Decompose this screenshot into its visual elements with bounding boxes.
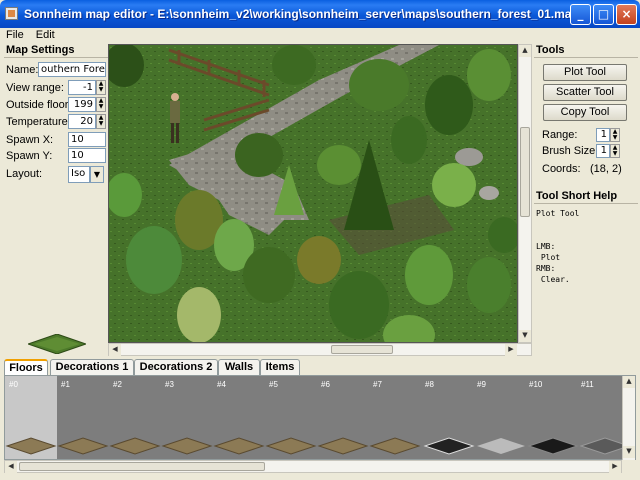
tab-walls[interactable]: Walls	[218, 359, 260, 375]
tile-tabs: Floors Decorations 1 Decorations 2 Walls…	[4, 359, 636, 375]
palette-label: #1	[61, 380, 70, 389]
palette-label: #3	[165, 380, 174, 389]
temperature-spinner[interactable]: ▲ ▼	[96, 114, 106, 129]
spawn-y-row: Spawn Y: 10	[6, 148, 108, 164]
palette-label: #4	[217, 380, 226, 389]
palette-horizontal-scrollbar[interactable]: ◀ ▶	[4, 460, 622, 473]
outside-floor-row: Outside floor: 199 ▲ ▼	[6, 97, 108, 113]
brush-size-spinner[interactable]: ▲ ▼	[610, 144, 620, 158]
scroll-left-icon[interactable]: ◀	[5, 461, 17, 473]
menu-edit[interactable]: Edit	[30, 28, 61, 42]
scroll-right-icon[interactable]: ▶	[609, 461, 621, 473]
tools-panel: Tools Plot Tool Scatter Tool Copy Tool R…	[534, 44, 638, 356]
map-hscroll-thumb[interactable]	[331, 345, 393, 354]
palette-label: #0	[9, 380, 18, 389]
temperature-row: Temperature: 20 ▲ ▼	[6, 114, 108, 130]
coords-value: (18, 2)	[590, 163, 622, 175]
palette-label: #6	[321, 380, 330, 389]
palette-label: #5	[269, 380, 278, 389]
palette-vertical-scrollbar[interactable]: ▲ ▼	[622, 376, 635, 460]
map-vscroll-thumb[interactable]	[520, 127, 530, 217]
map-render[interactable]	[109, 45, 518, 343]
name-label: Name:	[6, 64, 39, 76]
maximize-button[interactable]: □	[593, 4, 614, 25]
spawn-y-label: Spawn Y:	[6, 150, 53, 162]
spawn-x-label: Spawn X:	[6, 134, 54, 146]
view-range-field[interactable]: -1	[68, 80, 96, 95]
map-horizontal-scrollbar[interactable]: ◀ ▶	[108, 343, 532, 356]
palette-label: #7	[373, 380, 382, 389]
palette-label: #8	[425, 380, 434, 389]
app-icon	[5, 7, 18, 20]
scroll-left-icon[interactable]: ◀	[109, 344, 121, 356]
view-range-label: View range:	[6, 82, 64, 94]
name-row: Name: outhern Forest	[6, 62, 108, 78]
tab-floors[interactable]: Floors	[4, 359, 48, 375]
layout-dropdown-arrow-icon[interactable]: ▼	[90, 166, 104, 183]
tab-decorations-1[interactable]: Decorations 1	[50, 359, 134, 375]
map-settings-panel: Map Settings Name: outhern Forest View r…	[4, 44, 108, 356]
layout-label: Layout:	[6, 168, 43, 180]
layout-select[interactable]: Iso	[68, 166, 90, 183]
outside-floor-field[interactable]: 199	[68, 97, 96, 112]
spawn-x-row: Spawn X: 10	[6, 132, 108, 148]
menu-file[interactable]: File	[0, 28, 30, 42]
scroll-up-icon[interactable]: ▲	[623, 376, 635, 388]
palette-label: #10	[529, 380, 543, 389]
layout-row: Layout: Iso ▼	[6, 166, 108, 184]
map-canvas[interactable]	[108, 44, 518, 343]
palette-label: #9	[477, 380, 486, 389]
selected-tile-preview	[28, 334, 86, 354]
map-vertical-scrollbar[interactable]: ▲ ▼	[518, 44, 532, 343]
map-settings-title: Map Settings	[4, 44, 108, 58]
plot-tool-button[interactable]: Plot Tool	[543, 64, 627, 81]
brush-size-field[interactable]: 1	[596, 144, 610, 158]
spawn-y-field[interactable]: 10	[68, 148, 106, 163]
tile-palette[interactable]: #0 #1 #2 #3 #4 #5 #6 #7 #8 #9 #10 #11	[4, 375, 636, 460]
help-text: Plot Tool LMB: Plot RMB: Clear.	[536, 209, 580, 284]
palette-label: #2	[113, 380, 122, 389]
help-title: Tool Short Help	[534, 190, 638, 204]
scroll-up-icon[interactable]: ▲	[519, 45, 531, 57]
temperature-field[interactable]: 20	[68, 114, 96, 129]
range-spinner[interactable]: ▲ ▼	[610, 128, 620, 142]
title-bar: Sonnheim map editor - E:\sonnheim_v2\wor…	[0, 0, 640, 28]
name-field[interactable]: outhern Forest	[38, 62, 106, 77]
brush-size-label: Brush Size:	[542, 145, 599, 157]
coords-label: Coords:	[542, 163, 581, 175]
scroll-right-icon[interactable]: ▶	[505, 344, 517, 356]
copy-tool-button[interactable]: Copy Tool	[543, 104, 627, 121]
view-range-row: View range: -1 ▲ ▼	[6, 80, 108, 96]
tools-title: Tools	[534, 44, 638, 58]
palette-hscroll-thumb[interactable]	[19, 462, 265, 471]
view-range-spinner[interactable]: ▲ ▼	[96, 80, 106, 95]
spawn-x-field[interactable]: 10	[68, 132, 106, 147]
scroll-down-icon[interactable]: ▼	[519, 330, 531, 342]
minimize-button[interactable]: _	[570, 4, 591, 25]
scroll-down-icon[interactable]: ▼	[623, 446, 635, 458]
tab-items[interactable]: Items	[260, 359, 300, 375]
window-title: Sonnheim map editor - E:\sonnheim_v2\wor…	[24, 7, 579, 21]
temperature-label: Temperature:	[6, 116, 71, 128]
menu-bar: File Edit	[0, 28, 640, 44]
tab-decorations-2[interactable]: Decorations 2	[134, 359, 218, 375]
scatter-tool-button[interactable]: Scatter Tool	[543, 84, 627, 101]
outside-floor-spinner[interactable]: ▲ ▼	[96, 97, 106, 112]
range-label: Range:	[542, 129, 578, 141]
palette-label: #11	[581, 380, 594, 389]
outside-floor-label: Outside floor:	[6, 99, 72, 111]
close-button[interactable]: ×	[616, 4, 637, 25]
range-field[interactable]: 1	[596, 128, 610, 142]
